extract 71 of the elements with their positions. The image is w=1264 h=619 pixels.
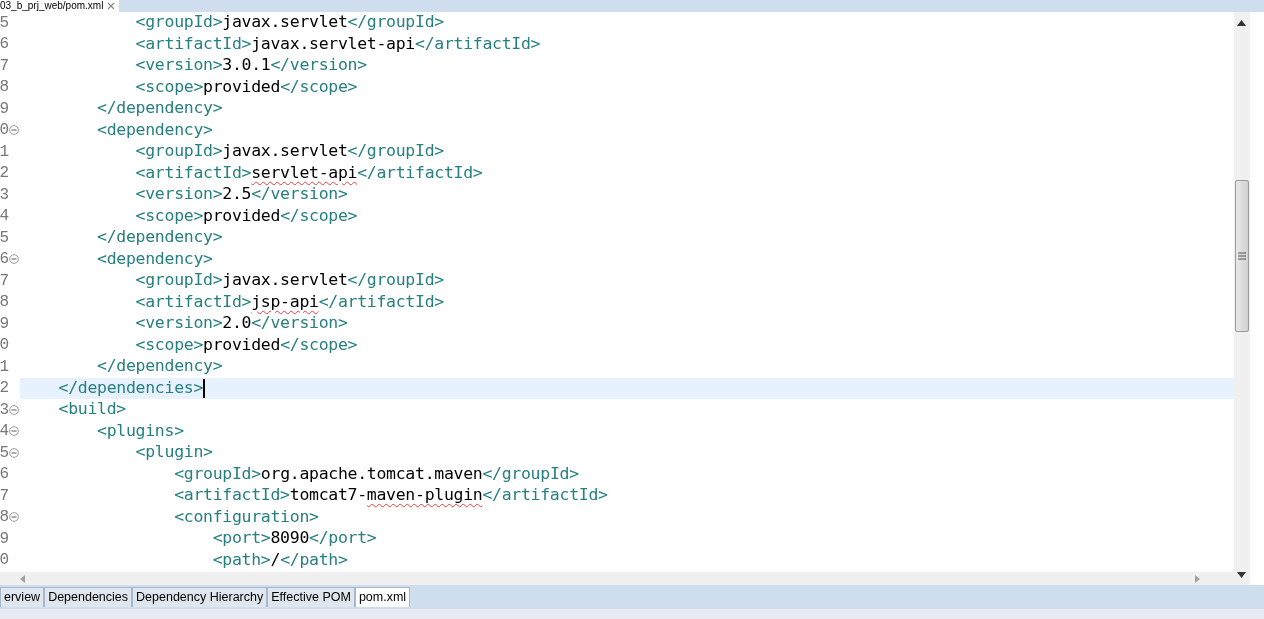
scroll-left-icon[interactable] <box>20 574 26 583</box>
collapse-icon[interactable] <box>9 404 19 415</box>
code-line: <groupId>javax.servlet</groupId> <box>134 140 444 163</box>
page-tab[interactable]: erview <box>0 587 45 607</box>
page-tab[interactable]: Dependencies <box>44 587 133 607</box>
line-number: 5 <box>0 12 9 34</box>
scrollbar-thumb[interactable] <box>1235 180 1249 332</box>
code-line: <version>3.0.1</version> <box>134 54 367 77</box>
code-line: <version>2.0</version> <box>134 312 348 335</box>
page-tab[interactable]: Dependency Hierarchy <box>132 587 268 607</box>
code-line: </dependency> <box>96 355 223 378</box>
line-number: 4 <box>0 421 9 443</box>
code-line: <artifactId>jsp-api</artifactId> <box>134 290 444 313</box>
line-number: 2 <box>0 378 9 400</box>
line-number: 7 <box>0 485 9 507</box>
close-icon[interactable] <box>107 2 116 10</box>
line-number: 0 <box>0 120 9 142</box>
line-number: 5 <box>0 442 9 464</box>
page-tab[interactable]: pom.xml <box>354 587 411 607</box>
code-line: <version>2.5</version> <box>134 183 348 206</box>
line-number: 8 <box>0 292 9 314</box>
line-number: 8 <box>0 77 9 99</box>
line-number: 9 <box>0 528 9 550</box>
collapse-icon[interactable] <box>9 254 19 265</box>
line-number: 1 <box>0 141 9 163</box>
editor-tab[interactable]: 03_b_prj_web/pom.xml <box>0 0 120 12</box>
collapse-icon[interactable] <box>9 447 19 458</box>
line-number: 9 <box>0 313 9 335</box>
code-line: <plugin> <box>134 441 213 464</box>
vertical-scrollbar[interactable] <box>1234 12 1250 585</box>
code-line: <path>/</path> <box>211 548 348 571</box>
line-number: 7 <box>0 270 9 292</box>
collapse-icon[interactable] <box>9 426 19 437</box>
collapse-icon[interactable] <box>9 512 19 523</box>
line-number: 4 <box>0 206 9 228</box>
line-number: 6 <box>0 34 9 56</box>
code-line: <plugins> <box>96 419 184 442</box>
code-line: </dependency> <box>96 226 223 249</box>
code-line: </dependency> <box>96 97 223 120</box>
line-number: 8 <box>0 507 9 529</box>
line-number: 6 <box>0 249 9 271</box>
line-number: 0 <box>0 335 9 357</box>
code-line: <groupId>javax.servlet</groupId> <box>134 269 444 292</box>
line-number: 7 <box>0 55 9 77</box>
code-line: <dependency> <box>96 247 213 270</box>
code-line: <scope>provided</scope> <box>134 75 358 98</box>
line-number: 3 <box>0 184 9 206</box>
code-line: <artifactId>tomcat7-maven-plugin</artifactId> <box>173 484 608 507</box>
code-line: <scope>provided</scope> <box>134 333 358 356</box>
code-line: <dependency> <box>96 118 213 141</box>
line-number: 5 <box>0 227 9 249</box>
scroll-up-icon[interactable] <box>1237 20 1246 26</box>
code-line: <groupId>org.apache.tomcat.maven</groupId> <box>173 462 579 485</box>
scroll-down-icon[interactable] <box>1237 572 1246 578</box>
code-line: </dependencies> <box>57 376 204 399</box>
code-line: <groupId>javax.servlet</groupId> <box>134 12 444 34</box>
line-number: 3 <box>0 399 9 421</box>
code-line: <build> <box>57 398 126 421</box>
line-number: 2 <box>0 163 9 185</box>
line-number: 0 <box>0 550 9 572</box>
scroll-right-icon[interactable] <box>1194 574 1200 583</box>
code-line: <scope>provided</scope> <box>134 204 358 227</box>
line-number: 9 <box>0 98 9 120</box>
code-line: <artifactId>javax.servlet-api</artifactId> <box>134 32 541 55</box>
code-line: <port>8090</port> <box>211 527 377 550</box>
page-tab[interactable]: Effective POM <box>267 587 355 607</box>
collapse-icon[interactable] <box>9 125 19 136</box>
code-line: <artifactId>servlet-api</artifactId> <box>134 161 483 184</box>
code-line: <configuration> <box>173 505 319 528</box>
line-number: 1 <box>0 356 9 378</box>
line-number: 6 <box>0 464 9 486</box>
